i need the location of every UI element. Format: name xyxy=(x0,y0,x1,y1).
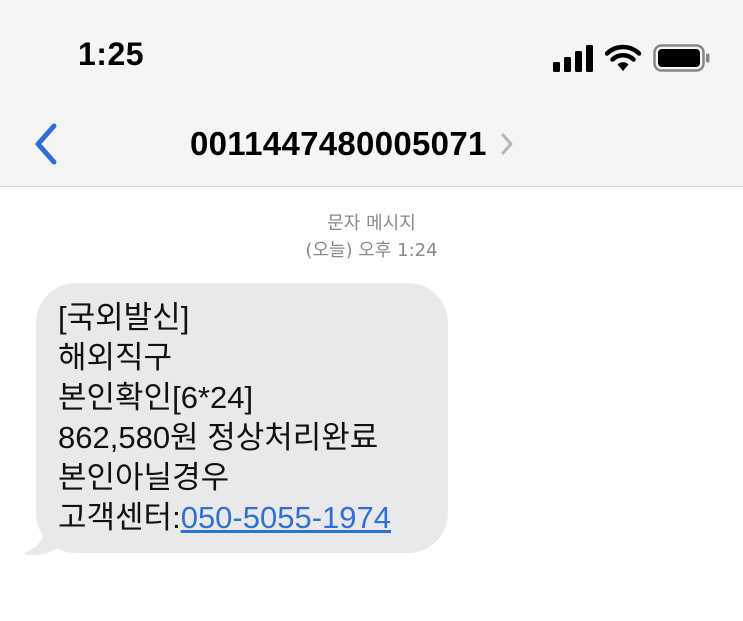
customer-center-label: 고객센터: xyxy=(58,500,181,535)
message-timestamp: (오늘) 오후 1:24 xyxy=(305,240,438,261)
message-line-last: 고객센터:050-5055-1974 xyxy=(58,498,448,538)
message-line: 본인확인[6*24] xyxy=(58,380,254,415)
conversation-header: 1:25 0011447480005071 xyxy=(0,0,743,187)
message-line: [국외발신] xyxy=(58,300,190,335)
message-type-label: 문자 메시지 xyxy=(327,213,416,234)
contact-title-button[interactable]: 0011447480005071 xyxy=(190,122,515,166)
chevron-left-icon xyxy=(35,123,57,165)
phone-number-link[interactable]: 050-5055-1974 xyxy=(181,500,391,535)
back-button[interactable] xyxy=(28,118,68,170)
contact-number: 0011447480005071 xyxy=(190,125,487,162)
signal-icon xyxy=(553,45,593,72)
message-line: 본인아닐경우 xyxy=(58,460,230,495)
message-body: [국외발신] 해외직구 본인확인[6*24] 862,580원 정상처리완료 본… xyxy=(58,298,448,538)
message-line: 해외직구 xyxy=(58,340,173,375)
battery-icon xyxy=(653,44,710,72)
message-line: 862,580원 정상처리완료 xyxy=(58,420,379,455)
wifi-icon xyxy=(604,44,642,71)
status-bar: 1:25 xyxy=(0,0,743,110)
status-time: 1:25 xyxy=(78,36,145,72)
chevron-right-icon xyxy=(501,133,513,155)
